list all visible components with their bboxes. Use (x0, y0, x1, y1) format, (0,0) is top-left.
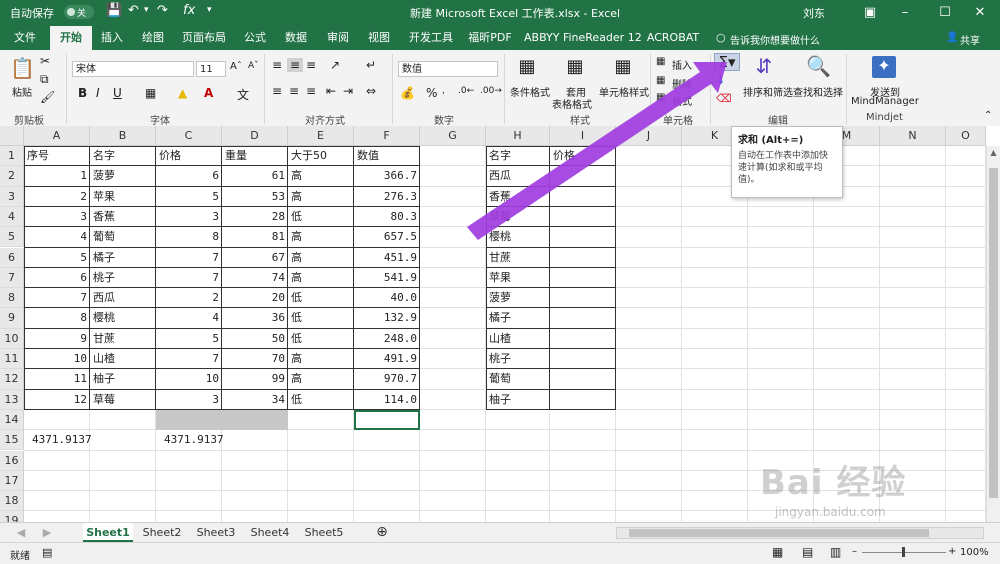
annotation-arrow (467, 62, 727, 240)
